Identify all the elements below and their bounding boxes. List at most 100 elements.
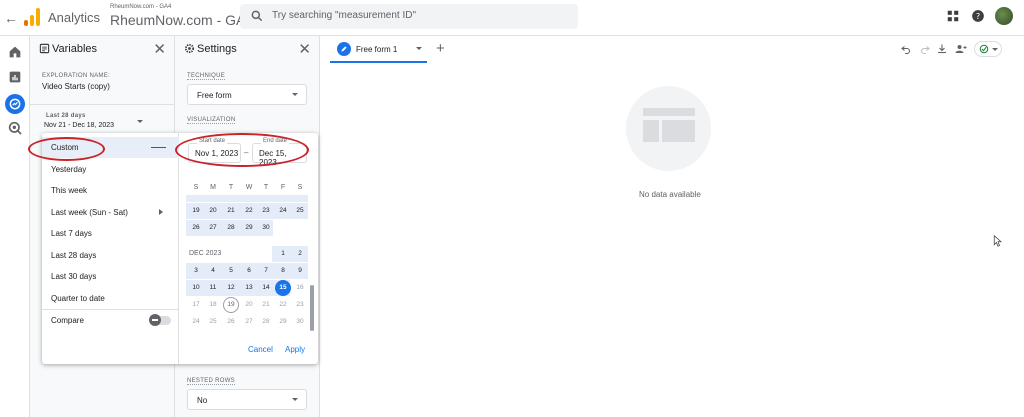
weekday-fri: F bbox=[280, 184, 286, 191]
calendar-day[interactable]: 30 bbox=[258, 220, 274, 236]
calendar-day[interactable]: 2 bbox=[292, 246, 308, 262]
calendar-day[interactable]: 29 bbox=[275, 314, 291, 330]
calendar-day[interactable]: 20 bbox=[205, 203, 221, 219]
property-picker[interactable]: RheumNow.com - GA4 bbox=[110, 12, 253, 28]
calendar-day[interactable]: 16 bbox=[292, 280, 308, 296]
calendar-day[interactable]: 19 bbox=[223, 297, 239, 313]
calendar-day[interactable]: 20 bbox=[241, 297, 257, 313]
status-menu[interactable] bbox=[974, 41, 1002, 57]
visualization-label: VISUALIZATION bbox=[187, 117, 236, 124]
calendar-day[interactable]: 27 bbox=[205, 220, 221, 236]
redo-icon[interactable] bbox=[919, 43, 931, 55]
close-variables-icon[interactable]: ✕ bbox=[153, 40, 166, 58]
analytics-logo-icon[interactable] bbox=[24, 8, 40, 26]
calendar-day[interactable]: 28 bbox=[258, 314, 274, 330]
calendar-day[interactable]: 18 bbox=[205, 297, 221, 313]
toggle-off-icon bbox=[149, 314, 161, 326]
date-preset-last-week[interactable]: Last week (Sun - Sat) bbox=[42, 202, 179, 223]
calendar-day[interactable]: 27 bbox=[241, 314, 257, 330]
calendar-day[interactable]: 19 bbox=[188, 203, 204, 219]
calendar-day[interactable]: 15 bbox=[275, 280, 291, 296]
date-preset-last-28-days[interactable]: Last 28 days bbox=[42, 245, 179, 266]
annotation-circle-custom bbox=[28, 137, 105, 161]
calendar-day[interactable]: 11 bbox=[205, 280, 221, 296]
calendar-day[interactable]: 28 bbox=[223, 220, 239, 236]
calendar-day[interactable]: 22 bbox=[241, 203, 257, 219]
mouse-cursor-icon bbox=[993, 235, 1002, 247]
calendar-day[interactable]: 8 bbox=[275, 263, 291, 279]
nested-rows-value: No bbox=[197, 396, 208, 405]
close-settings-icon[interactable]: ✕ bbox=[298, 40, 311, 58]
variables-title: Variables bbox=[52, 43, 98, 55]
calendar-day[interactable]: 21 bbox=[258, 297, 274, 313]
calendar-day[interactable]: 1 bbox=[275, 246, 291, 262]
download-icon[interactable] bbox=[936, 43, 948, 55]
calendar-day[interactable]: 13 bbox=[241, 280, 257, 296]
share-add-user-icon[interactable] bbox=[954, 43, 968, 55]
exploration-name-input[interactable]: Video Starts (copy) bbox=[42, 82, 110, 91]
technique-label: TECHNIQUE bbox=[187, 73, 226, 80]
calendar-day[interactable]: 25 bbox=[292, 203, 308, 219]
calendar-day[interactable]: 9 bbox=[292, 263, 308, 279]
compare-toggle[interactable] bbox=[149, 314, 171, 326]
calendar-day[interactable]: 30 bbox=[292, 314, 308, 330]
settings-header: Settings ✕ bbox=[175, 36, 319, 62]
calendar-day[interactable]: 5 bbox=[223, 263, 239, 279]
calendar-day[interactable]: 22 bbox=[275, 297, 291, 313]
annotation-line bbox=[151, 147, 166, 148]
explore-nav-active[interactable] bbox=[5, 94, 25, 114]
calendar-day[interactable]: 4 bbox=[205, 263, 221, 279]
calendar-day[interactable]: 26 bbox=[223, 314, 239, 330]
search-icon bbox=[251, 10, 263, 22]
cancel-button[interactable]: Cancel bbox=[248, 345, 273, 354]
calendar-day[interactable]: 3 bbox=[188, 263, 204, 279]
weekday-wed: W bbox=[245, 184, 253, 191]
tab-menu-caret-icon[interactable] bbox=[416, 47, 422, 50]
back-arrow-icon[interactable]: ← bbox=[4, 10, 18, 26]
reports-icon[interactable] bbox=[7, 69, 23, 85]
nested-rows-select[interactable]: No bbox=[187, 389, 307, 410]
date-preset-last-7-days[interactable]: Last 7 days bbox=[42, 223, 179, 244]
add-tab-icon[interactable]: + bbox=[436, 40, 445, 57]
calendar-day[interactable]: 23 bbox=[292, 297, 308, 313]
date-preset-last-30-days[interactable]: Last 30 days bbox=[42, 266, 179, 287]
calendar-day[interactable]: 17 bbox=[188, 297, 204, 313]
account-name[interactable]: RheumNow.com - GA4 bbox=[110, 4, 171, 10]
divider bbox=[30, 104, 175, 105]
calendar-day[interactable]: 24 bbox=[188, 314, 204, 330]
calendar-day[interactable]: 25 bbox=[205, 314, 221, 330]
date-preset-this-week[interactable]: This week bbox=[42, 180, 179, 201]
calendar-day[interactable]: 12 bbox=[223, 280, 239, 296]
pencil-icon bbox=[337, 42, 351, 56]
date-preset-quarter-to-date[interactable]: Quarter to date bbox=[42, 288, 179, 309]
calendar-day[interactable]: 10 bbox=[188, 280, 204, 296]
exploration-name-label: EXPLORATION NAME: bbox=[42, 73, 111, 79]
calendar-day[interactable]: 29 bbox=[241, 220, 257, 236]
calendar-scrollbar[interactable] bbox=[310, 285, 314, 331]
calendar-day[interactable]: 23 bbox=[258, 203, 274, 219]
date-preset-yesterday[interactable]: Yesterday bbox=[42, 159, 179, 180]
advertising-icon[interactable] bbox=[7, 120, 23, 136]
technique-select[interactable]: Free form bbox=[187, 84, 307, 105]
calendar-day[interactable]: 24 bbox=[275, 203, 291, 219]
tab-bar: Free form 1 + bbox=[330, 36, 1024, 63]
help-icon[interactable]: ? bbox=[971, 9, 985, 23]
calendar-day[interactable]: 6 bbox=[241, 263, 257, 279]
calendar-day[interactable]: 26 bbox=[188, 220, 204, 236]
calendar-day[interactable]: 7 bbox=[258, 263, 274, 279]
apps-grid-icon[interactable] bbox=[946, 9, 960, 23]
calendar-day[interactable]: 14 bbox=[258, 280, 274, 296]
account-avatar[interactable] bbox=[995, 7, 1013, 25]
weekday-tue: T bbox=[228, 184, 234, 191]
home-icon[interactable] bbox=[7, 44, 23, 60]
no-data-message: No data available bbox=[639, 190, 701, 199]
nested-rows-label: NESTED ROWS bbox=[187, 378, 235, 385]
apply-button[interactable]: Apply bbox=[285, 345, 305, 354]
calendar-day[interactable]: 21 bbox=[223, 203, 239, 219]
explore-icon bbox=[9, 98, 21, 110]
weekday-sat: S bbox=[297, 184, 303, 191]
undo-icon[interactable] bbox=[900, 43, 912, 55]
search-bar[interactable]: Try searching "measurement ID" bbox=[240, 4, 578, 29]
illustration-right-block bbox=[662, 120, 695, 142]
annotation-circle-dates bbox=[175, 133, 309, 167]
